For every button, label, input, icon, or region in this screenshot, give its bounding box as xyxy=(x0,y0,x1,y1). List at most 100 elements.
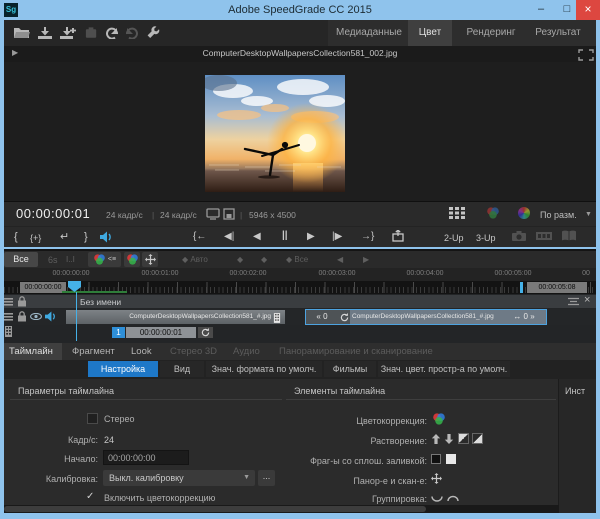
show-all-button[interactable]: Все xyxy=(4,252,38,267)
play-button[interactable]: ▶ xyxy=(307,230,315,244)
dissolve-out-icon[interactable] xyxy=(472,433,483,444)
loop-playback-button[interactable]: ↵ xyxy=(60,230,69,244)
subtab-format-defaults[interactable]: Знач. формата по умолч. xyxy=(206,361,322,377)
color-wheel-icon[interactable] xyxy=(518,207,530,219)
enable-cc-checkbox[interactable]: ✓ xyxy=(86,491,94,502)
dissolve-down-button[interactable] xyxy=(444,434,454,444)
settings-wrench-button[interactable] xyxy=(146,26,160,39)
grading-split-button[interactable]: <≡ xyxy=(88,252,121,267)
step-forward-button[interactable]: |▶ xyxy=(332,230,342,244)
frame-loop-button[interactable] xyxy=(198,327,213,338)
maximize-button[interactable]: □ xyxy=(557,0,577,20)
eye-icon xyxy=(30,313,42,320)
tab-render[interactable]: Рендеринг xyxy=(460,20,522,46)
subtab-films[interactable]: Фильмы xyxy=(324,361,376,377)
subtab-view[interactable]: Вид xyxy=(160,361,204,377)
in-out-range-button[interactable]: I..I xyxy=(66,255,75,264)
tab-color[interactable]: Цвет xyxy=(408,20,452,46)
go-to-out-button[interactable]: →} xyxy=(361,230,374,244)
tools-panel-title: Инст xyxy=(565,386,585,396)
snapshot-button[interactable] xyxy=(83,26,99,39)
solid-black-swatch[interactable] xyxy=(431,454,441,464)
subtab-colorspace-defaults[interactable]: Знач. цвет. простр-а по умолч. xyxy=(378,361,510,377)
compare-view-button[interactable] xyxy=(561,230,577,242)
play-reverse-button[interactable]: ◀ xyxy=(253,230,261,244)
dissolve-in-icon[interactable] xyxy=(458,433,469,444)
undo-icon xyxy=(105,27,119,39)
tab-fragment[interactable]: Фрагмент xyxy=(72,343,115,360)
keyframe-delete-button[interactable]: ◆ xyxy=(261,255,267,264)
in-point-badge[interactable]: 00:00:00:00 xyxy=(20,282,66,293)
redo-button[interactable] xyxy=(124,26,139,39)
color-correction-button[interactable] xyxy=(432,413,446,425)
go-to-in-button[interactable]: {← xyxy=(193,230,206,244)
close-button[interactable]: × xyxy=(576,0,600,20)
minimize-button[interactable]: – xyxy=(531,0,551,20)
monitor-icon[interactable] xyxy=(206,208,220,220)
tab-result[interactable]: Результат xyxy=(527,20,589,46)
keyframe-add-button[interactable]: ◆ xyxy=(237,255,243,264)
two-up-view-button[interactable]: 2-Up xyxy=(444,231,464,245)
track-lock-button[interactable] xyxy=(17,296,27,307)
solid-white-swatch[interactable] xyxy=(446,454,456,464)
visibility-toggle[interactable] xyxy=(30,313,42,320)
start-time-input[interactable] xyxy=(103,450,189,465)
save-button[interactable] xyxy=(36,26,53,39)
chevron-down-icon[interactable]: ▼ xyxy=(585,211,592,218)
grading-button[interactable] xyxy=(124,252,140,267)
zoom-fit-dropdown[interactable]: По разм. xyxy=(540,210,577,220)
calibration-more-button[interactable]: ... xyxy=(258,470,275,486)
open-button[interactable] xyxy=(13,26,30,39)
keyframe-all-button[interactable]: ◆ Все xyxy=(286,255,308,264)
close-track-button[interactable]: × xyxy=(584,294,590,306)
fit-frame-button[interactable] xyxy=(577,48,594,61)
track-align-button[interactable] xyxy=(568,297,579,306)
three-up-view-button[interactable]: 3-Up xyxy=(476,231,496,245)
tab-look[interactable]: Look xyxy=(131,343,152,360)
next-keyframe-button[interactable]: ▶ xyxy=(363,255,369,264)
out-point-marker[interactable] xyxy=(520,282,523,293)
tab-timeline[interactable]: Таймлайн xyxy=(0,343,62,360)
ruler-label: 00:00:03:00 xyxy=(307,270,367,277)
pan-scan-button[interactable] xyxy=(431,473,442,484)
clip-lock-button[interactable] xyxy=(17,311,27,322)
pan-scan-mode-button[interactable] xyxy=(142,252,158,267)
filmstrip-view-button[interactable] xyxy=(536,230,552,242)
calibration-dropdown[interactable]: Выкл. калибровку ▼ xyxy=(103,470,255,486)
save-as-button[interactable] xyxy=(59,26,76,39)
prev-keyframe-button[interactable]: ◀ xyxy=(337,255,343,264)
ungroup-button[interactable] xyxy=(447,495,459,502)
tab-stereo3d[interactable]: Стерео 3D xyxy=(170,343,217,360)
snapshot-view-button[interactable] xyxy=(511,230,527,242)
stereo-checkbox[interactable] xyxy=(87,413,98,424)
channels-grid-button[interactable] xyxy=(449,207,465,219)
clip-list-icon[interactable] xyxy=(4,313,13,321)
timeline-clip[interactable]: ComputerDesktopWallpapersCollection581_#… xyxy=(66,310,285,324)
undo-button[interactable] xyxy=(104,26,119,39)
pause-button[interactable]: || xyxy=(282,229,288,243)
set-out-button[interactable]: } xyxy=(84,230,88,244)
out-point-badge[interactable]: 00:00:05:08 xyxy=(527,282,587,293)
tab-pan-scan[interactable]: Панорамирование и сканирование xyxy=(279,343,433,360)
step-back-button[interactable]: ◀| xyxy=(224,230,234,244)
rgb-circles-icon xyxy=(432,413,446,425)
subtab-setup[interactable]: Настройка xyxy=(88,361,158,377)
duration-6s-button[interactable]: 6s xyxy=(48,255,58,265)
scrollbar-thumb[interactable] xyxy=(4,506,426,512)
group-button[interactable] xyxy=(431,495,443,502)
storage-icon[interactable] xyxy=(223,208,235,220)
set-in-button[interactable]: { xyxy=(14,230,18,244)
keyframe-auto-button[interactable]: ◆ Авто xyxy=(182,255,208,264)
dissolve-up-button[interactable] xyxy=(431,434,441,444)
audio-mute-button[interactable] xyxy=(100,231,112,243)
tab-media[interactable]: Медиаданные xyxy=(332,20,406,46)
color-circles-button[interactable] xyxy=(486,207,500,219)
clip-audio-toggle[interactable] xyxy=(45,311,56,322)
title-bar[interactable]: Sg Adobe SpeedGrade CC 2015 – □ × xyxy=(0,0,600,20)
tab-audio[interactable]: Аудио xyxy=(233,343,260,360)
send-to-render-button[interactable] xyxy=(392,230,404,242)
add-keyframe-button[interactable]: {+} xyxy=(30,230,41,246)
track-list-icon[interactable] xyxy=(4,298,13,306)
separator: | xyxy=(240,210,242,220)
export-icon xyxy=(392,230,404,242)
